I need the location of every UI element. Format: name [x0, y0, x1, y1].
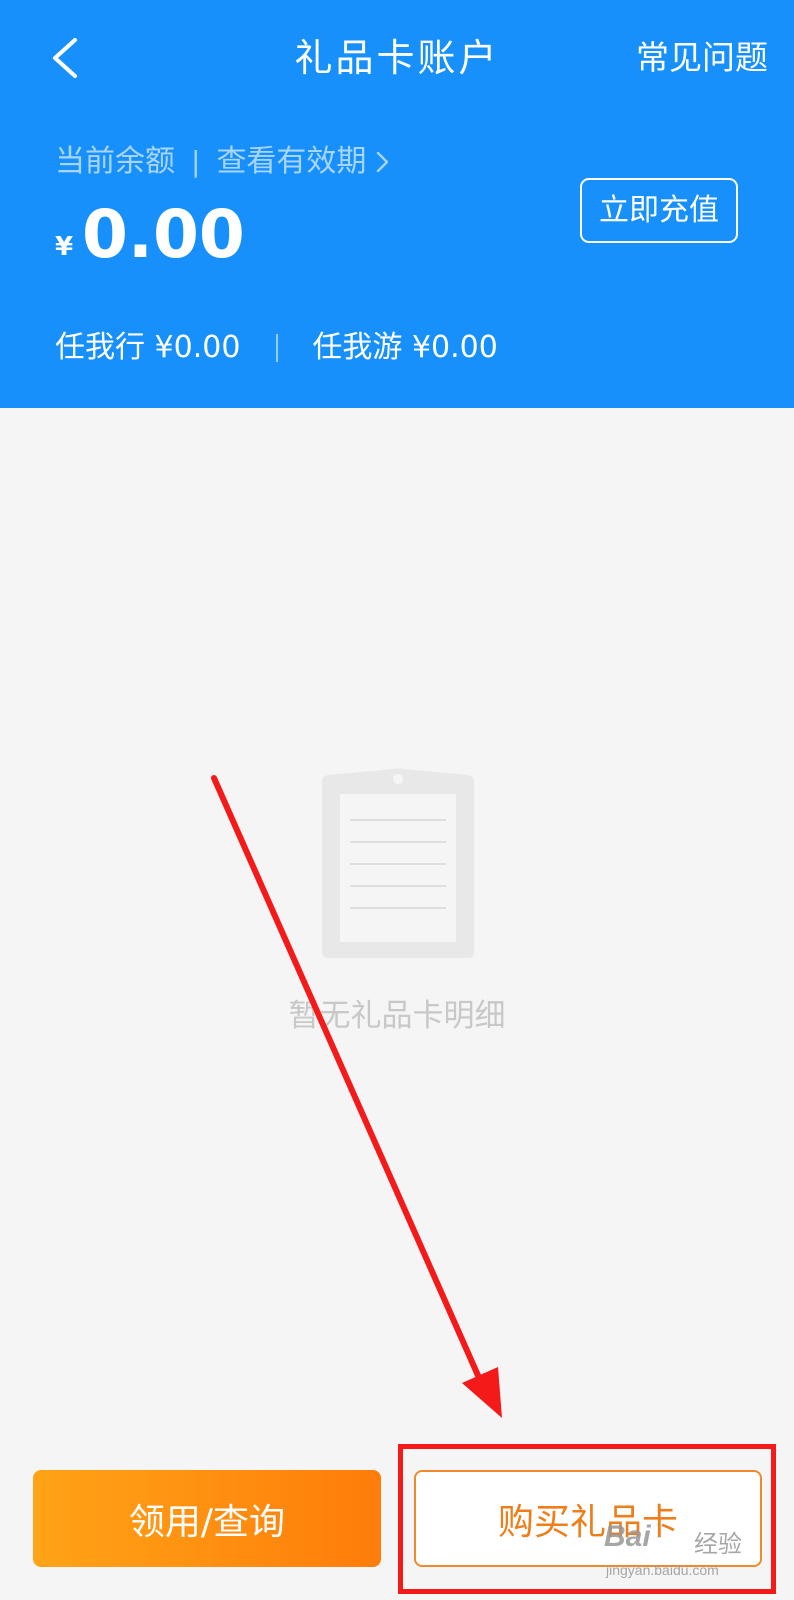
watermark-sub: 经验	[694, 1530, 742, 1558]
recharge-button[interactable]: 立即充值	[580, 178, 738, 243]
baidu-jingyan-watermark: Bai 经验 jingyan.baidu.com	[604, 1520, 784, 1590]
chevron-right-icon	[376, 150, 390, 174]
faq-link[interactable]: 常见问题	[636, 34, 768, 82]
balance-amount: 0.00	[82, 196, 245, 273]
sub-balances: 任我行 ¥0.00 任我游 ¥0.00	[55, 326, 498, 370]
view-validity-label: 查看有效期	[216, 144, 367, 179]
empty-state-text: 暂无礼品卡明细	[288, 998, 506, 1034]
view-validity-link[interactable]: 查看有效期	[216, 140, 390, 184]
balance-label-row: 当前余额 | 查看有效期	[55, 140, 390, 184]
label-separator: |	[191, 145, 201, 178]
renwoyou-balance: 任我游 ¥0.00	[312, 330, 498, 365]
clipboard-icon	[322, 768, 474, 958]
claim-query-button[interactable]: 领用/查询	[33, 1470, 381, 1567]
header: 礼品卡账户 常见问题 当前余额 | 查看有效期 ¥ 0.00 立即充值 任我行 …	[0, 0, 794, 408]
current-balance-label: 当前余额	[55, 144, 175, 179]
watermark-logo: Bai	[604, 1520, 651, 1553]
renwoxing-balance: 任我行 ¥0.00	[55, 330, 241, 365]
currency-symbol: ¥	[55, 232, 74, 262]
sub-balance-divider	[276, 334, 279, 362]
watermark-url: jingyan.baidu.com	[606, 1562, 719, 1578]
gift-card-account-page: 礼品卡账户 常见问题 当前余额 | 查看有效期 ¥ 0.00 立即充值 任我行 …	[0, 0, 794, 1600]
